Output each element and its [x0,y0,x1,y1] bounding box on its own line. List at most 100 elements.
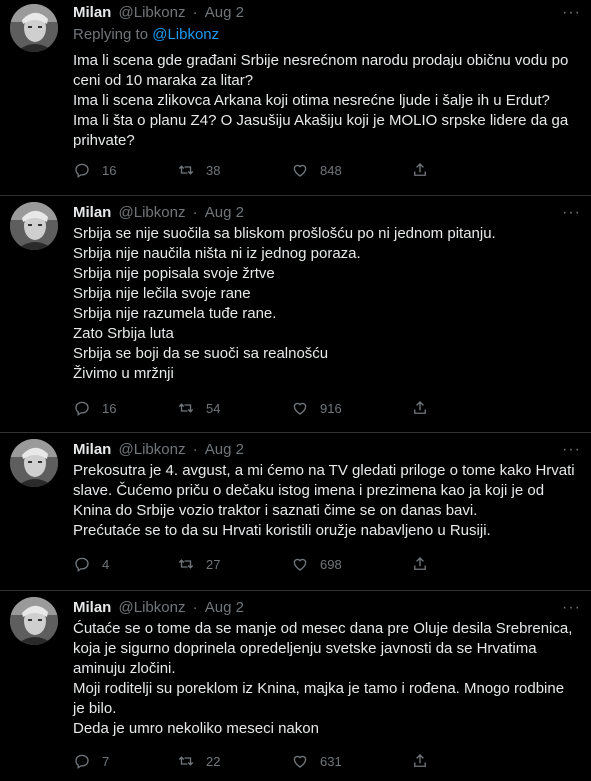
avatar[interactable] [10,202,58,250]
reply-button[interactable]: 16 [73,160,116,180]
tweet[interactable]: Milan @Libkonz · Aug 2 ··· Prekosutra je… [0,433,591,590]
tweet-line: Ima li scena gde građani Srbije nesrećno… [73,52,569,69]
heart-icon [293,164,307,177]
dot-separator: · [192,441,198,458]
tweet-date[interactable]: Aug 2 [205,441,244,458]
reply-icon [75,754,89,770]
like-count: 698 [320,556,342,572]
tweet[interactable]: Milan @Libkonz · Aug 2 ··· Replying to @… [0,0,591,195]
like-count: 848 [320,162,342,178]
more-icon[interactable]: ··· [562,600,580,617]
tweet-text: Srbija se nije suočila sa bliskom prošlo… [73,224,571,384]
tweet-line: Deda je umro nekoliko meseci nakon [73,720,319,737]
share-button[interactable] [411,398,429,418]
more-icon[interactable]: ··· [562,5,580,22]
dot-separator: · [192,204,198,221]
tweet-date[interactable]: Aug 2 [205,4,244,21]
author-handle[interactable]: @Libkonz [119,4,186,21]
tweet-date[interactable]: Aug 2 [205,599,244,616]
tweet-line: Srbija nije razumela tuđe rane. [73,305,277,322]
tweet-line: Knina do Srbije vozio traktor i saznati … [73,502,478,519]
reply-icon [75,163,89,179]
like-button[interactable]: 848 [291,160,342,180]
author-name[interactable]: Milan [73,599,111,616]
replying-label: Replying to [73,26,149,43]
retweet-icon [178,559,194,569]
like-button[interactable]: 916 [291,398,342,418]
avatar[interactable] [10,439,58,487]
tweet-line: Prećutaće se to da su Hrvati koristili o… [73,522,491,539]
tweet-line: je bilo. [73,700,117,717]
heart-icon [293,558,307,571]
tweet-text: Ćutaće se o tome da se manje od mesec da… [73,619,572,739]
heart-icon [293,755,307,768]
tweet-line: prihvate? [73,132,135,149]
share-icon [414,557,426,570]
avatar[interactable] [10,597,58,645]
tweet[interactable]: Milan @Libkonz · Aug 2 ··· Srbija se nij… [0,196,591,432]
retweet-count: 27 [206,556,221,572]
like-count: 916 [320,400,342,416]
reply-count: 16 [102,162,117,178]
tweet-line: Srbija nije naučila ništa ni iz jednog p… [73,245,361,262]
reply-count: 16 [102,400,117,416]
tweet-line: Živimo u mržnji [73,365,174,382]
author-name[interactable]: Milan [73,441,111,458]
share-button[interactable] [411,751,429,771]
tweet-actions: 4 27 698 [73,554,513,574]
replying-to-link[interactable]: @Libkonz [152,26,219,43]
retweet-button[interactable]: 27 [177,554,220,574]
tweet-line: slave. Čućemo priču o dečaku istog imena… [73,482,545,499]
reply-count: 7 [102,753,110,769]
tweet-line: Srbija se boji da se suoči sa realnošću [73,345,329,362]
like-count: 631 [320,753,342,769]
tweet-actions: 7 22 631 [73,751,513,771]
tweet[interactable]: Milan @Libkonz · Aug 2 ··· Ćutaće se o t… [0,591,591,781]
more-icon[interactable]: ··· [562,205,580,222]
reply-button[interactable]: 4 [73,554,109,574]
author-handle[interactable]: @Libkonz [119,204,186,221]
reply-icon [75,557,89,573]
author-name[interactable]: Milan [73,4,111,21]
tweet-line: koja je sigurno doprinela opredeljenju s… [73,640,537,657]
reply-button[interactable]: 7 [73,751,109,771]
tweet-text: Ima li scena gde građani Srbije nesrećno… [73,51,571,151]
share-button[interactable] [411,554,429,574]
share-icon [414,163,426,176]
share-icon [414,754,426,767]
tweet-line: aminuju zločini. [73,660,176,677]
heart-icon [293,402,307,415]
tweet-line: ceni od 10 maraka za litar? [73,72,254,89]
dot-separator: · [192,599,198,616]
like-button[interactable]: 698 [291,554,342,574]
avatar[interactable] [10,4,58,52]
reply-icon [75,401,89,417]
tweet-text: Prekosutra je 4. avgust, a mi ćemo na TV… [73,461,575,541]
tweet-line: Srbija nije popisala svoje žrtve [73,265,275,282]
retweet-icon [178,756,194,766]
retweet-icon [178,165,194,175]
reply-count: 4 [102,556,110,572]
retweet-button[interactable]: 54 [177,398,220,418]
tweet-date[interactable]: Aug 2 [205,204,244,221]
author-name[interactable]: Milan [73,204,111,221]
retweet-button[interactable]: 22 [177,751,220,771]
author-handle[interactable]: @Libkonz [119,441,186,458]
share-button[interactable] [411,160,429,180]
tweet-actions: 16 54 916 [73,398,513,418]
like-button[interactable]: 631 [291,751,342,771]
tweet-line: Prekosutra je 4. avgust, a mi ćemo na TV… [73,462,575,479]
reply-button[interactable]: 16 [73,398,116,418]
tweet-line: Moji roditelji su poreklom iz Knina, maj… [73,680,565,697]
retweet-button[interactable]: 38 [177,160,220,180]
more-icon[interactable]: ··· [562,442,580,459]
author-handle[interactable]: @Libkonz [119,599,186,616]
tweet-line: Ima li scena zlikovca Arkana koji otima … [73,92,550,109]
dot-separator: · [192,4,198,21]
retweet-count: 54 [206,400,221,416]
tweet-actions: 16 38 848 [73,160,513,180]
retweet-icon [178,403,194,413]
share-icon [414,401,426,414]
tweet-line: Srbija nije lečila svoje rane [73,285,251,302]
retweet-count: 38 [206,162,221,178]
